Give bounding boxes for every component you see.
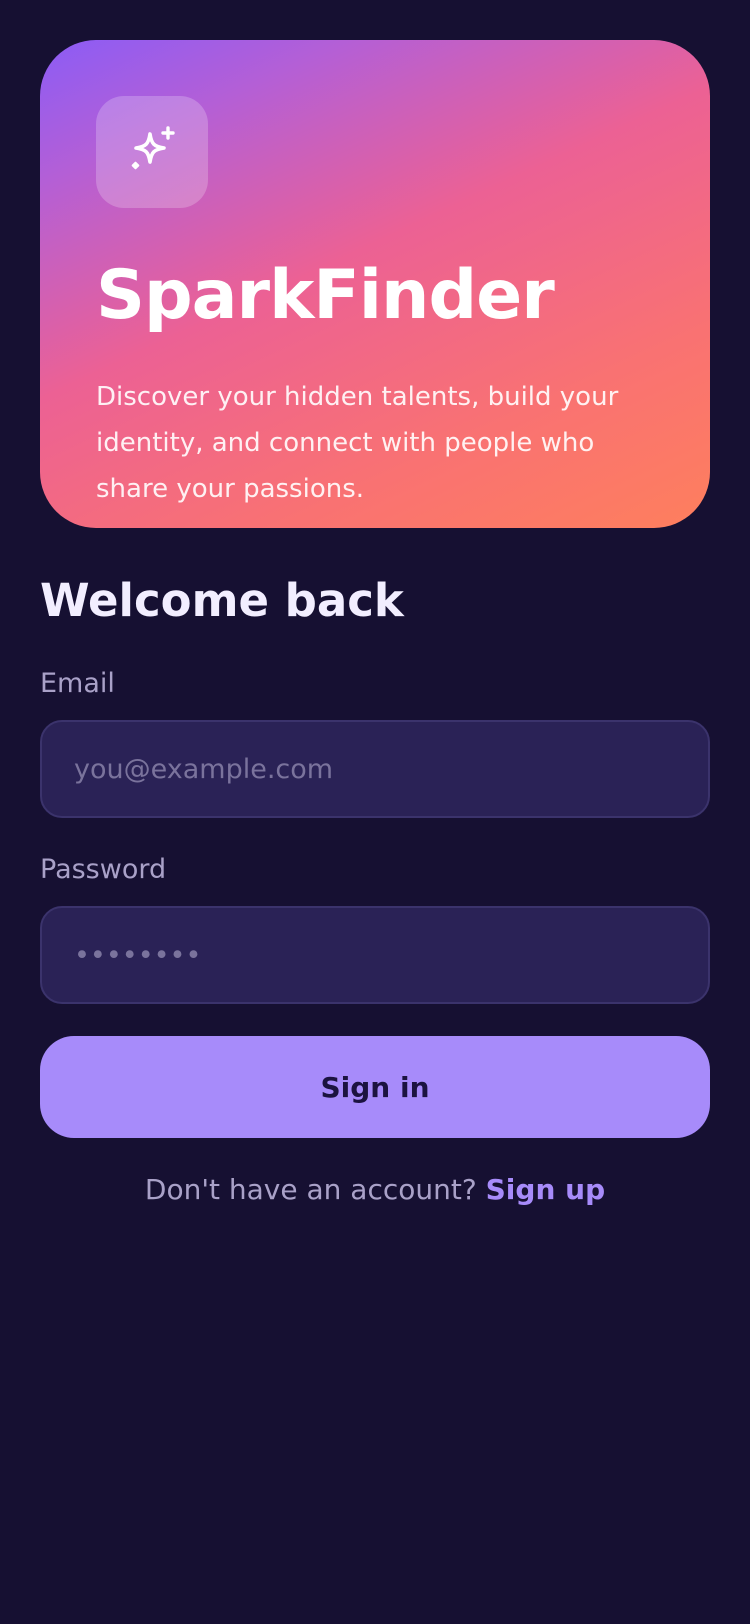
login-screen: SparkFinder Discover your hidden talents… [0, 0, 750, 1624]
sparkles-icon [124, 122, 180, 182]
page-heading: Welcome back [40, 574, 404, 627]
app-title: SparkFinder [96, 256, 555, 335]
sign-up-link[interactable]: Sign up [486, 1173, 605, 1206]
app-tagline: Discover your hidden talents, build your… [96, 382, 619, 504]
email-field[interactable] [40, 720, 710, 818]
hero-card: SparkFinder Discover your hidden talents… [40, 40, 710, 528]
signup-prompt: Don't have an account? Sign up [0, 1170, 750, 1210]
sign-in-button[interactable]: Sign in [40, 1036, 710, 1138]
signup-prompt-text: Don't have an account? [144, 1173, 477, 1206]
logo-badge [96, 96, 208, 208]
email-label: Email [40, 668, 115, 699]
password-label: Password [40, 854, 167, 885]
password-field[interactable] [40, 906, 710, 1004]
